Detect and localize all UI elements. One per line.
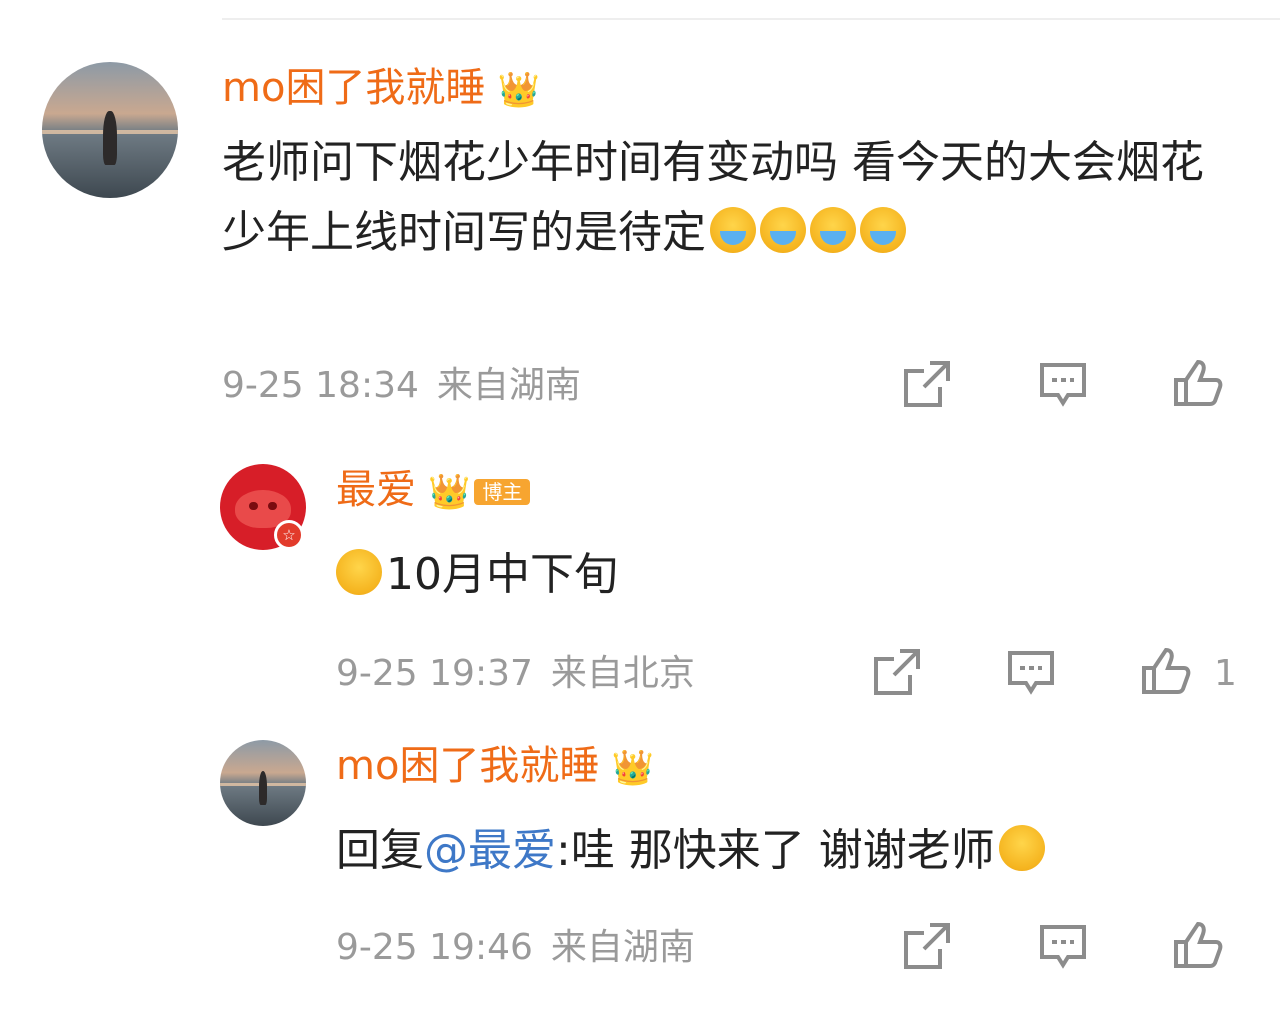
crying-emoji — [810, 207, 856, 253]
crying-emoji — [710, 207, 756, 253]
crown-icon: 👑 — [428, 472, 471, 512]
username[interactable]: 最爱 👑 博主 — [336, 466, 531, 516]
share-icon[interactable] — [900, 357, 954, 411]
comment-text: 老师问下烟花少年时间有变动吗 看今天的大会烟花少年上线时间写的是待定 — [222, 137, 1204, 258]
comment-meta: 9-25 19:46 来自湖南 — [336, 927, 695, 968]
comment-icon[interactable] — [1004, 645, 1058, 699]
share-icon[interactable] — [870, 645, 924, 699]
crying-emoji — [760, 207, 806, 253]
mention-link[interactable]: @最爱 — [424, 825, 556, 876]
crying-emoji — [860, 207, 906, 253]
share-icon[interactable] — [900, 919, 954, 973]
avatar[interactable] — [220, 740, 306, 826]
emoji — [336, 549, 382, 595]
like-icon[interactable] — [1170, 356, 1224, 410]
like-icon[interactable] — [1138, 644, 1192, 698]
avatar[interactable] — [42, 62, 178, 198]
emoji — [998, 825, 1045, 871]
crown-icon: 👑 — [611, 748, 654, 788]
like-icon[interactable] — [1170, 918, 1224, 972]
blogger-tag: 博主 — [474, 479, 531, 505]
verified-badge-icon: ☆ — [274, 520, 304, 550]
comment-icon[interactable] — [1036, 919, 1090, 973]
comment-icon[interactable] — [1036, 357, 1090, 411]
like-count: 1 — [1214, 653, 1237, 694]
username[interactable]: mo困了我就睡 👑 — [222, 64, 540, 114]
username[interactable]: mo困了我就睡 👑 — [336, 742, 654, 792]
comment-meta: 9-25 19:37 来自北京 — [336, 653, 695, 694]
crown-icon: 👑 — [497, 70, 540, 110]
top-divider — [222, 18, 1280, 20]
comment-text: 回复@最爱:哇 那快来了 谢谢老师 — [336, 816, 1045, 886]
comment-meta: 9-25 18:34 来自湖南 — [222, 365, 581, 406]
comment-text: 10月中下旬 — [336, 540, 618, 610]
